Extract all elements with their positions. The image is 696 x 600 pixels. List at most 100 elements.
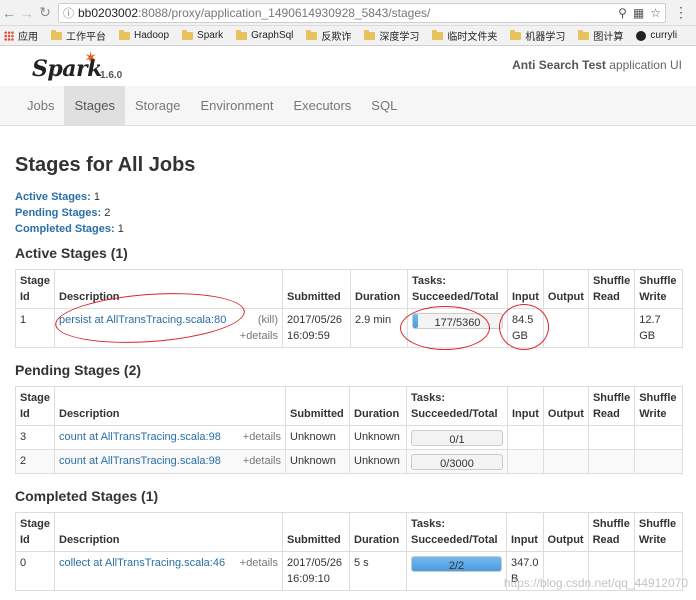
column-header-tasks[interactable]: Tasks: Succeeded/Total	[406, 512, 507, 552]
submitted-time: 2017/05/26 16:09:10	[282, 551, 350, 591]
stage-description: +details count at AllTransTracing.scala:9…	[54, 449, 286, 474]
bookmark-folder[interactable]: Spark	[182, 29, 223, 41]
task-progress-bar: 0/3000	[411, 454, 503, 470]
bookmark-folder[interactable]: 深度学习	[364, 28, 419, 43]
tasks-cell: 177/5360	[407, 308, 508, 348]
tab-sql[interactable]: SQL	[361, 86, 407, 125]
column-header-description[interactable]: Description	[54, 386, 286, 426]
input-size	[507, 449, 544, 474]
page-title: Stages for All Jobs	[15, 154, 196, 176]
column-header-stage-id[interactable]: Stage Id	[15, 512, 55, 552]
tab-executors[interactable]: Executors	[283, 86, 361, 125]
table-row: 3 +details count at AllTransTracing.scala:…	[15, 425, 683, 450]
column-header-submitted[interactable]: Submitted	[282, 269, 351, 309]
column-header-description[interactable]: Description	[54, 269, 283, 309]
tasks-cell: 2/2	[406, 551, 507, 591]
folder-icon	[51, 29, 62, 40]
duration: Unknown	[349, 449, 407, 474]
bookmark-apps[interactable]: 应用	[4, 28, 38, 43]
stage-link[interactable]: count at AllTransTracing.scala:98	[59, 431, 221, 443]
column-header-input[interactable]: Input	[506, 512, 544, 552]
column-header-shuffle-read[interactable]: Shuffle Read	[587, 512, 635, 552]
bookmark-folder[interactable]: 图计算	[578, 28, 623, 43]
tab-jobs[interactable]: Jobs	[17, 86, 64, 125]
column-header-description[interactable]: Description	[54, 512, 283, 552]
submitted-time: Unknown	[285, 425, 350, 450]
column-header-stage-id[interactable]: Stage Id	[15, 269, 55, 309]
folder-icon	[364, 29, 376, 40]
details-toggle[interactable]: +details	[243, 453, 281, 469]
github-icon	[636, 30, 647, 41]
input-size	[507, 425, 544, 450]
tab-stages[interactable]: Stages	[64, 86, 125, 125]
bookmark-folder[interactable]: 临时文件夹	[432, 28, 497, 43]
shuffle-write	[634, 425, 683, 450]
bookmark-github[interactable]: curryli	[636, 30, 677, 41]
tab-environment[interactable]: Environment	[191, 86, 284, 125]
duration: 2.9 min	[350, 308, 408, 348]
bookmark-folder[interactable]: 工作平台	[51, 28, 106, 43]
reload-icon[interactable]: ↻	[36, 4, 54, 21]
column-header-shuffle-read[interactable]: Shuffle Read	[587, 269, 636, 309]
url-path: :8088/proxy/application_1490614930928_58…	[138, 5, 431, 20]
column-header-output[interactable]: Output	[542, 386, 589, 426]
column-header-shuffle-read[interactable]: Shuffle Read	[587, 386, 636, 426]
active-stages-link[interactable]: Active Stages:	[15, 191, 91, 203]
output-size	[542, 308, 589, 348]
shuffle-read	[587, 425, 636, 450]
column-header-shuffle-write[interactable]: Shuffle Write	[634, 386, 683, 426]
column-header-tasks[interactable]: Tasks: Succeeded/Total	[407, 269, 508, 309]
version-label: 1.6.0	[100, 70, 123, 81]
column-header-shuffle-write[interactable]: Shuffle Write	[634, 269, 683, 309]
folder-icon	[578, 29, 590, 40]
folder-icon	[182, 29, 194, 40]
completed-stages-link[interactable]: Completed Stages:	[15, 223, 115, 235]
shuffle-read	[587, 449, 636, 474]
address-bar[interactable]: ⓘ bb0203002:8088/proxy/application_14906…	[58, 2, 666, 23]
bookmark-folder[interactable]: 机器学习	[510, 28, 565, 43]
column-header-output[interactable]: Output	[542, 269, 589, 309]
tasks-label: 2/2	[448, 560, 465, 572]
bookmark-folder[interactable]: 反欺诈	[306, 28, 351, 43]
column-header-tasks[interactable]: Tasks: Succeeded/Total	[406, 386, 508, 426]
bookmark-star-icon[interactable]: ☆	[650, 6, 661, 20]
column-header-duration[interactable]: Duration	[350, 269, 408, 309]
column-header-submitted[interactable]: Submitted	[282, 512, 350, 552]
stage-link[interactable]: count at AllTransTracing.scala:98	[59, 455, 221, 467]
column-header-stage-id[interactable]: Stage Id	[15, 386, 55, 426]
stage-id: 3	[15, 425, 55, 450]
pending-stages-table: Stage Id Description Submitted Duration Task…	[15, 386, 683, 474]
column-header-duration[interactable]: Duration	[349, 512, 407, 552]
info-icon[interactable]: ⓘ	[63, 5, 74, 21]
column-header-submitted[interactable]: Submitted	[285, 386, 350, 426]
spark-header: Spark ✶ 1.6.0 Anti Search Test applicati…	[0, 46, 696, 86]
details-toggle[interactable]: +details	[240, 330, 278, 342]
column-header-input[interactable]: Input	[507, 386, 544, 426]
column-header-input[interactable]: Input	[507, 269, 544, 309]
stage-link[interactable]: collect at AllTransTracing.scala:46	[59, 557, 225, 569]
shuffle-write: 12.7 GB	[634, 308, 683, 348]
details-toggle[interactable]: +details	[240, 555, 278, 571]
translate-icon[interactable]: ▦	[633, 6, 644, 20]
zoom-icon[interactable]: ⚲	[618, 6, 627, 20]
bookmark-folder[interactable]: Hadoop	[119, 29, 169, 41]
submitted-time: Unknown	[285, 449, 350, 474]
menu-icon[interactable]: ⋮	[674, 4, 688, 21]
task-progress-bar: 177/5360	[412, 313, 503, 329]
column-header-duration[interactable]: Duration	[349, 386, 407, 426]
back-icon[interactable]: ←	[0, 5, 18, 21]
column-header-shuffle-write[interactable]: Shuffle Write	[633, 512, 684, 552]
app-name: Anti Search Test application UI	[512, 58, 682, 72]
bookmark-folder[interactable]: GraphSql	[236, 29, 293, 41]
stage-link[interactable]: persist at AllTransTracing.scala:80	[59, 314, 226, 326]
pending-stages-link[interactable]: Pending Stages:	[15, 207, 101, 219]
column-header-output[interactable]: Output	[542, 512, 589, 552]
watermark: https://blog.csdn.net/qq_44912070	[503, 576, 688, 590]
kill-link[interactable]: (kill)	[258, 312, 278, 328]
tab-storage[interactable]: Storage	[125, 86, 191, 125]
forward-icon[interactable]: →	[18, 5, 36, 21]
input-size: 84.5 GB	[507, 308, 544, 348]
duration: 5 s	[349, 551, 407, 591]
details-toggle[interactable]: +details	[243, 429, 281, 445]
stage-id: 1	[15, 308, 55, 348]
